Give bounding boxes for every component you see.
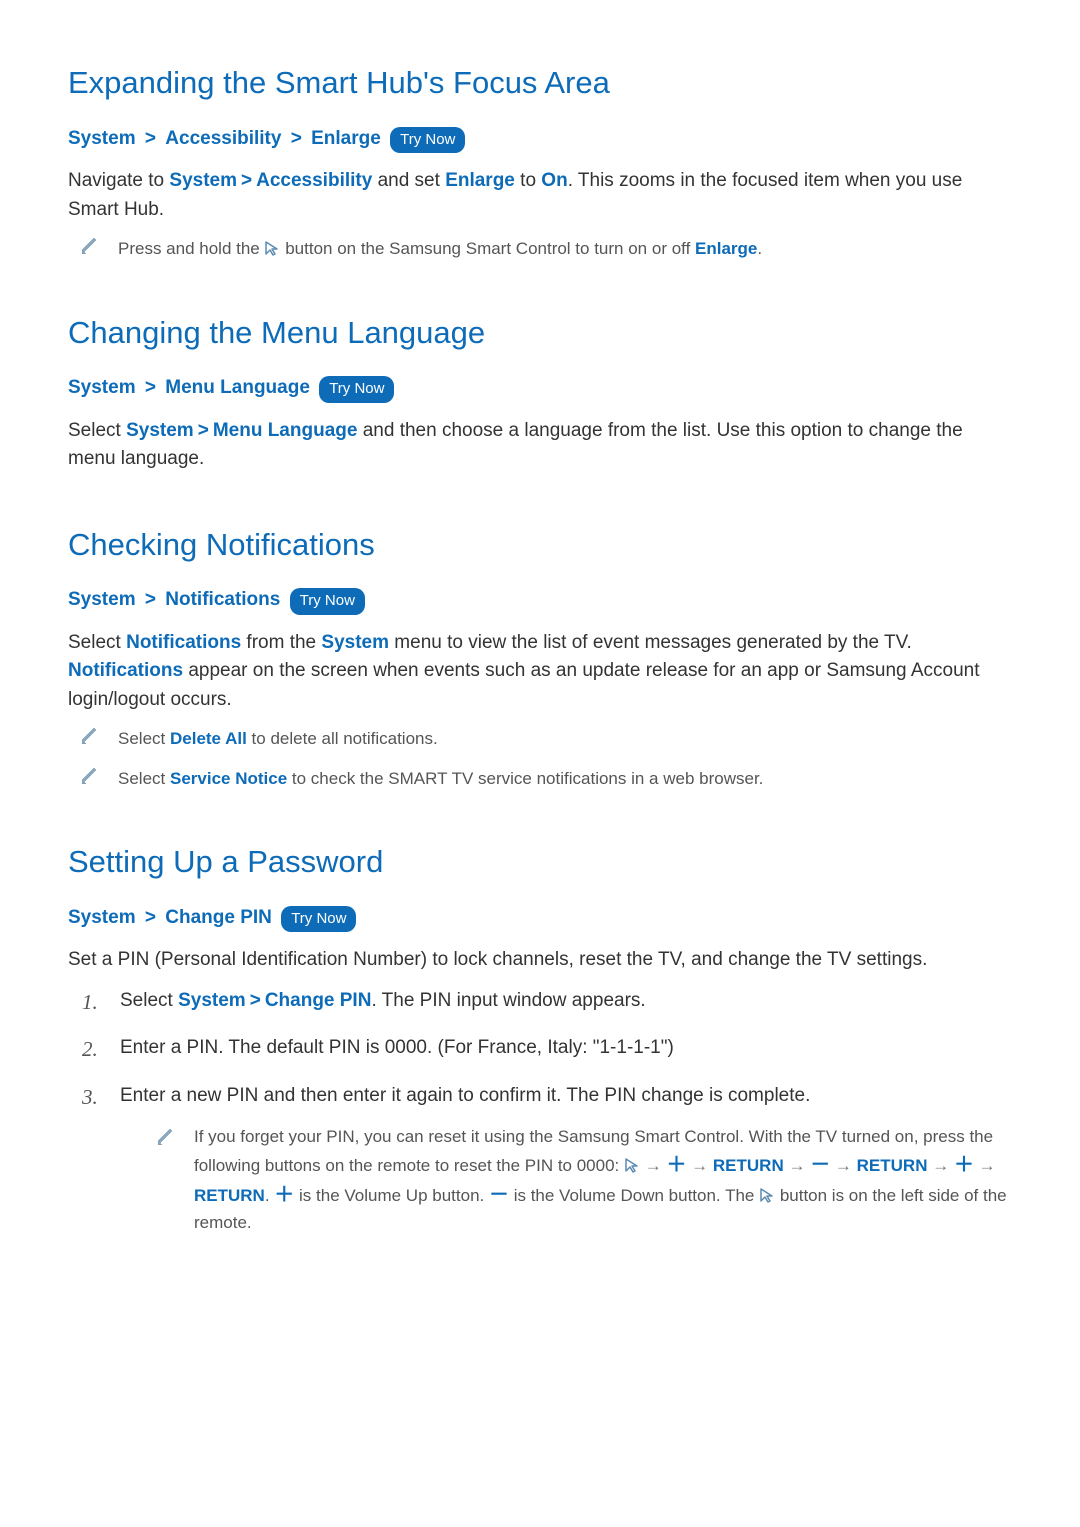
pencil-icon xyxy=(82,766,100,792)
body-text-pwd: Set a PIN (Personal Identification Numbe… xyxy=(68,946,1012,975)
plus-icon: ＋ xyxy=(274,1184,294,1206)
cursor-icon xyxy=(624,1157,640,1173)
chevron-icon: > xyxy=(141,377,160,398)
breadcrumb-lang: System > Menu Language Try Now xyxy=(68,374,1012,403)
note-item: Select Delete All to delete all notifica… xyxy=(82,726,1012,752)
breadcrumb-pwd: System > Change PIN Try Now xyxy=(68,904,1012,933)
chevron-icon: > xyxy=(141,907,160,928)
breadcrumb-notif: System > Notifications Try Now xyxy=(68,586,1012,615)
cursor-icon xyxy=(759,1187,775,1203)
chevron-icon: > xyxy=(141,589,160,610)
breadcrumb-expand: System > Accessibility > Enlarge Try Now xyxy=(68,125,1012,154)
section-title-pwd: Setting Up a Password xyxy=(68,839,1012,886)
step-1: 1. Select System>Change PIN. The PIN inp… xyxy=(82,987,1012,1019)
nav-menu-language[interactable]: Menu Language xyxy=(165,377,310,398)
step-number: 2. xyxy=(82,1034,100,1066)
try-now-button[interactable]: Try Now xyxy=(319,376,394,403)
nav-change-pin[interactable]: Change PIN xyxy=(165,907,272,928)
body-text-notif: Select Notifications from the System men… xyxy=(68,629,1012,715)
body-text-lang: Select System>Menu Language and then cho… xyxy=(68,417,1012,474)
step-2: 2. Enter a PIN. The default PIN is 0000.… xyxy=(82,1034,1012,1066)
step-3: 3. Enter a new PIN and then enter it aga… xyxy=(82,1082,1012,1236)
step-number: 3. xyxy=(82,1082,100,1236)
pencil-icon xyxy=(82,726,100,752)
try-now-button[interactable]: Try Now xyxy=(390,127,465,154)
nav-system[interactable]: System xyxy=(68,589,136,610)
chevron-icon: > xyxy=(141,128,160,149)
body-text-expand: Navigate to System>Accessibility and set… xyxy=(68,167,1012,224)
nav-system[interactable]: System xyxy=(68,128,136,149)
pencil-icon xyxy=(158,1127,176,1235)
nav-accessibility[interactable]: Accessibility xyxy=(165,128,281,149)
section-title-notif: Checking Notifications xyxy=(68,522,1012,569)
minus-icon: － xyxy=(810,1154,830,1176)
nav-notifications[interactable]: Notifications xyxy=(165,589,280,610)
plus-icon: ＋ xyxy=(666,1154,686,1176)
cursor-icon xyxy=(264,240,280,256)
try-now-button[interactable]: Try Now xyxy=(281,906,356,933)
note-item: Select Service Notice to check the SMART… xyxy=(82,766,1012,792)
nav-system[interactable]: System xyxy=(68,907,136,928)
plus-icon: ＋ xyxy=(954,1154,974,1176)
nav-system[interactable]: System xyxy=(68,377,136,398)
section-title-expand: Expanding the Smart Hub's Focus Area xyxy=(68,60,1012,107)
chevron-icon: > xyxy=(287,128,306,149)
step-number: 1. xyxy=(82,987,100,1019)
note-item: Press and hold the button on the Samsung… xyxy=(82,236,1012,262)
try-now-button[interactable]: Try Now xyxy=(290,588,365,615)
minus-icon: － xyxy=(489,1184,509,1206)
section-title-lang: Changing the Menu Language xyxy=(68,310,1012,357)
nav-enlarge[interactable]: Enlarge xyxy=(311,128,381,149)
pencil-icon xyxy=(82,236,100,262)
sub-note: If you forget your PIN, you can reset it… xyxy=(158,1124,1012,1235)
